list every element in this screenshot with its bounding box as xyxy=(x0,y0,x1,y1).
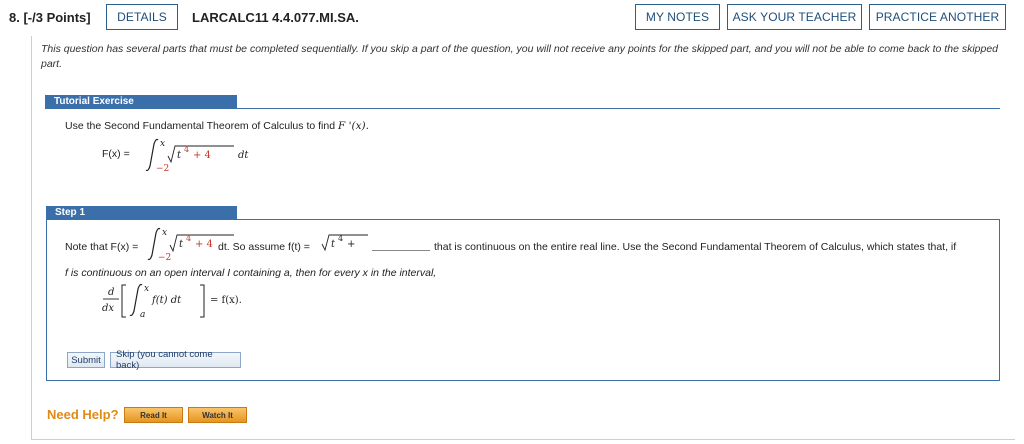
theorem-condition-text: f is continuous on an open interval I co… xyxy=(65,267,437,279)
lower-limit: −2 xyxy=(156,164,169,174)
skip-button[interactable]: Skip (you cannot come back) xyxy=(110,349,241,371)
instruction-prefix: Use the Second Fundamental Theorem of Ca… xyxy=(65,120,338,132)
integrand-exponent: 4 xyxy=(184,145,189,154)
ask-your-teacher-button[interactable]: ASK YOUR TEACHER xyxy=(727,4,862,30)
tutorial-instruction: Use the Second Fundamental Theorem of Ca… xyxy=(65,120,369,132)
step-upper-limit: x xyxy=(162,228,167,238)
step-lower-limit: −2 xyxy=(158,253,171,263)
note-prefix: Note that F(x) = xyxy=(65,241,139,253)
sequential-warning: This question has several parts that mus… xyxy=(41,43,999,70)
submit-button[interactable]: Submit xyxy=(67,352,105,368)
upper-limit: x xyxy=(160,139,165,149)
watch-it-button[interactable]: Watch It xyxy=(188,407,247,423)
deriv-dx: dx xyxy=(102,303,114,314)
continuous-text: that is continuous on the entire real li… xyxy=(434,241,957,253)
need-help-label: Need Help? xyxy=(47,407,119,422)
question-number: 8. [-/3 Points] xyxy=(9,10,91,25)
step-integrand-base: t xyxy=(179,239,184,250)
integrand-base: t xyxy=(177,150,182,161)
question-header: 8. [-/3 Points] DETAILS LARCALC11 4.4.07… xyxy=(0,0,1024,36)
tutorial-rule xyxy=(237,108,1000,109)
theorem-expression: d dx x a f(t) dt = f(x). xyxy=(102,283,242,320)
radical-sign-icon xyxy=(321,234,368,252)
question-code: LARCALC11 4.4.077.MI.SA. xyxy=(192,10,359,25)
dt-label: dt xyxy=(238,150,249,161)
fx-integral-expression: x −2 t 4 + 4 dt xyxy=(145,138,249,174)
thm-rhs: = f(x). xyxy=(210,295,242,306)
read-it-button[interactable]: Read It xyxy=(124,407,183,423)
integrand-tail: + 4 xyxy=(193,150,211,161)
question-content: This question has several parts that mus… xyxy=(31,36,1015,440)
instruction-function: F '(x). xyxy=(337,120,369,132)
fx-definition-lhs: F(x) = xyxy=(102,148,130,160)
thm-lower-limit: a xyxy=(140,310,145,320)
my-notes-button[interactable]: MY NOTES xyxy=(635,4,720,30)
ft-base: t xyxy=(331,239,336,250)
ft-plus: + xyxy=(347,239,355,250)
step-integrand-tail: + 4 xyxy=(195,239,213,250)
thm-upper-limit: x xyxy=(144,284,149,294)
ft-exponent: 4 xyxy=(338,234,343,243)
step-1-bar: Step 1 xyxy=(46,206,237,220)
deriv-d: d xyxy=(108,287,114,298)
left-bracket-icon xyxy=(121,284,126,318)
ft-answer-input[interactable] xyxy=(372,239,430,251)
right-bracket-icon xyxy=(200,284,205,318)
details-button[interactable]: DETAILS xyxy=(106,4,178,30)
tutorial-exercise-bar: Tutorial Exercise xyxy=(45,95,237,109)
ft-radical-prefix: t 4 + xyxy=(321,234,368,252)
practice-another-button[interactable]: PRACTICE ANOTHER xyxy=(869,4,1006,30)
step-integrand-exponent: 4 xyxy=(186,234,191,243)
thm-integrand: f(t) dt xyxy=(151,295,182,306)
so-assume-text: dt. So assume f(t) = xyxy=(218,241,310,253)
